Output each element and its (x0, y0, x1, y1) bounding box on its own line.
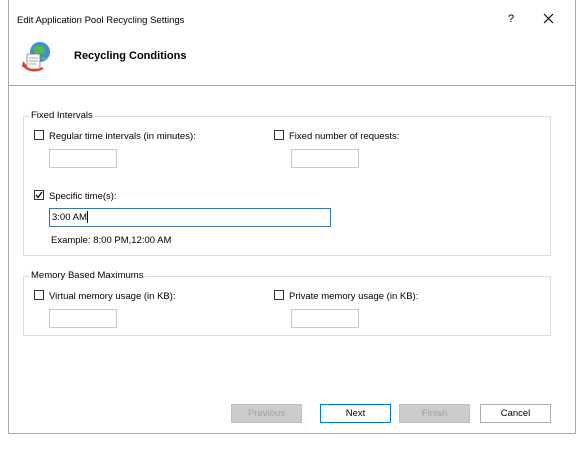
virtual-memory-label: Virtual memory usage (in KB): (49, 291, 176, 302)
help-button[interactable]: ? (504, 13, 518, 29)
memory-legend: Memory Based Maximums (29, 270, 146, 281)
header-separator (9, 85, 575, 86)
private-memory-input[interactable] (291, 309, 359, 328)
regular-time-label: Regular time intervals (in minutes): (49, 131, 196, 142)
regular-time-option[interactable]: Regular time intervals (in minutes): (34, 130, 196, 142)
specific-times-label: Specific time(s): (49, 191, 117, 202)
specific-times-value: 3:00 AM (52, 212, 87, 223)
dialog-window: Edit Application Pool Recycling Settings… (8, 0, 576, 434)
fixed-intervals-legend: Fixed Intervals (29, 110, 95, 121)
window-title: Edit Application Pool Recycling Settings (17, 15, 185, 26)
specific-times-checkbox[interactable] (34, 190, 44, 201)
virtual-memory-option[interactable]: Virtual memory usage (in KB): (34, 290, 176, 302)
example-hint: Example: 8:00 PM,12:00 AM (51, 235, 172, 246)
regular-time-checkbox[interactable] (34, 130, 44, 141)
fixed-requests-label: Fixed number of requests: (289, 131, 400, 142)
title-bar: Edit Application Pool Recycling Settings… (9, 0, 575, 34)
page-title: Recycling Conditions (74, 50, 187, 62)
private-memory-checkbox[interactable] (274, 290, 284, 301)
fixed-requests-option[interactable]: Fixed number of requests: (274, 130, 400, 142)
specific-times-option[interactable]: Specific time(s): (34, 190, 117, 202)
next-button[interactable]: Next (320, 404, 391, 423)
checkmark-icon (35, 192, 43, 199)
close-button[interactable] (540, 13, 556, 29)
virtual-memory-checkbox[interactable] (34, 290, 44, 301)
virtual-memory-input[interactable] (49, 309, 117, 328)
wizard-header: Recycling Conditions (9, 34, 575, 88)
regular-time-input[interactable] (49, 149, 117, 168)
close-icon (543, 13, 553, 24)
text-caret (86, 211, 88, 224)
cancel-button[interactable]: Cancel (480, 404, 551, 423)
fixed-requests-input[interactable] (291, 149, 359, 168)
private-memory-option[interactable]: Private memory usage (in KB): (274, 290, 419, 302)
specific-times-input[interactable]: 3:00 AM (49, 208, 331, 227)
previous-button[interactable]: Previous (231, 404, 302, 423)
private-memory-label: Private memory usage (in KB): (289, 291, 419, 302)
fixed-requests-checkbox[interactable] (274, 130, 284, 141)
recycle-globe-icon (22, 42, 50, 72)
finish-button[interactable]: Finish (399, 404, 470, 423)
